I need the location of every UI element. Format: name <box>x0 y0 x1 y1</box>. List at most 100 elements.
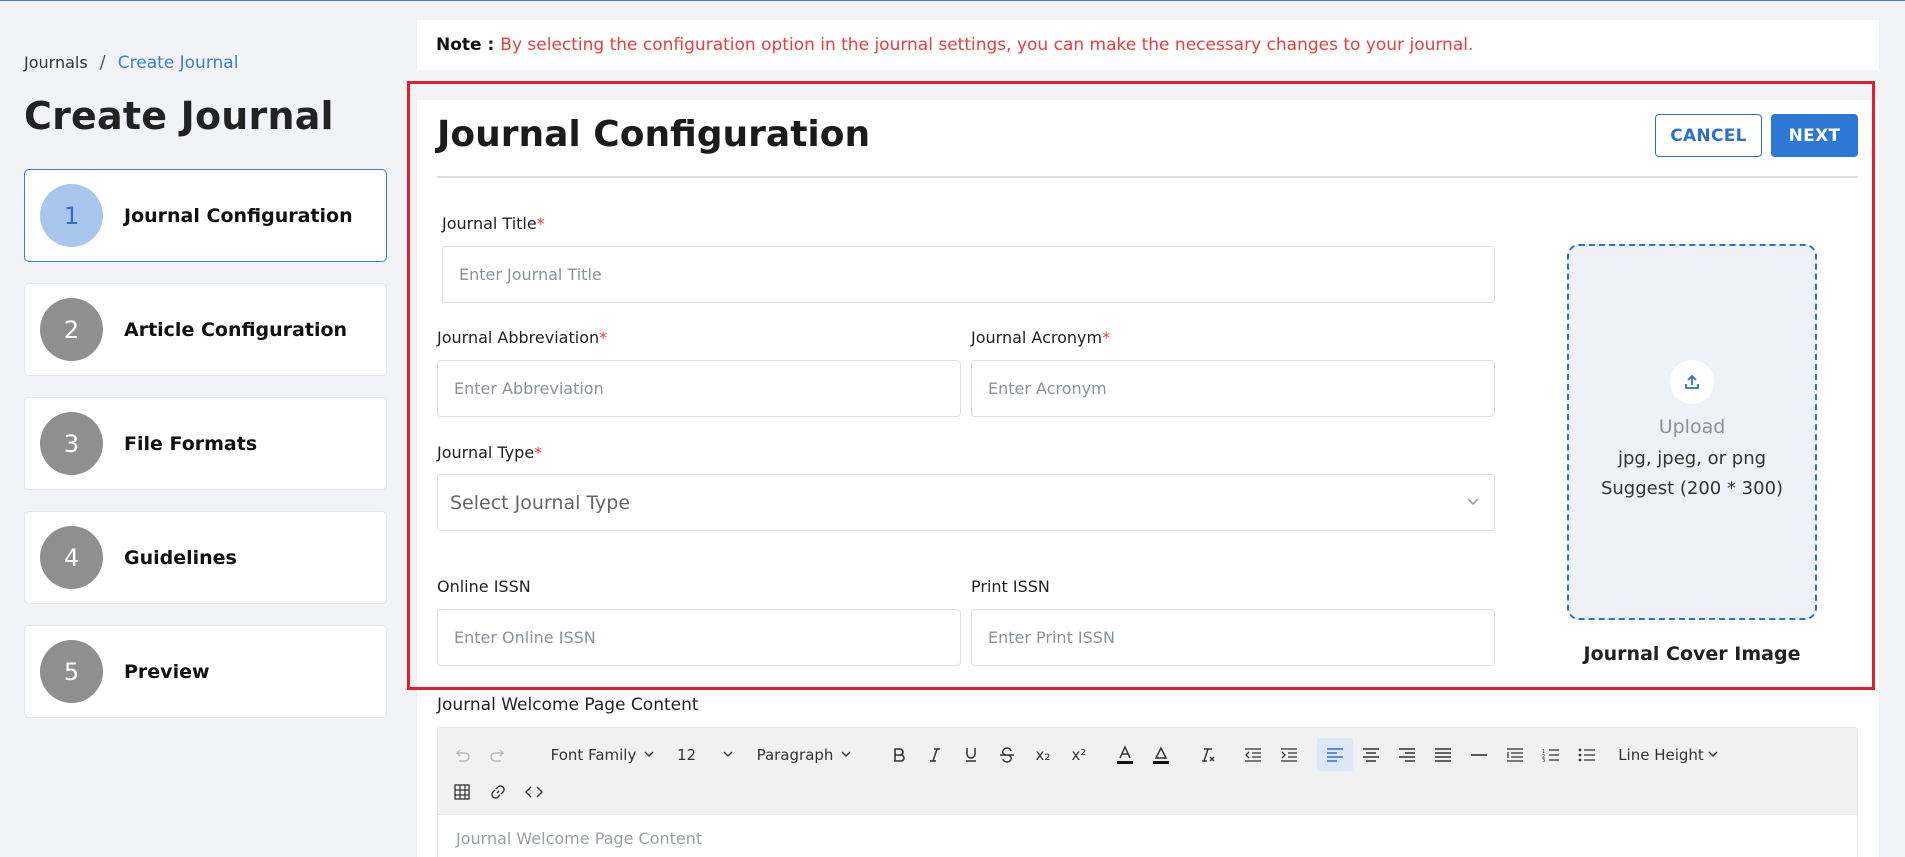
journal-title-input[interactable] <box>442 246 1495 303</box>
font-family-dropdown[interactable]: Font Family <box>540 738 665 771</box>
required-marker: * <box>1102 328 1111 347</box>
line-height-value: Line Height <box>1618 745 1704 764</box>
chevron-down-icon <box>841 751 851 758</box>
welcome-content-editor[interactable]: Journal Welcome Page Content <box>437 814 1858 857</box>
breadcrumb-journals-link[interactable]: Journals <box>24 53 88 72</box>
print-issn-label: Print ISSN <box>971 577 1050 596</box>
subscript-icon[interactable]: x₂ <box>1025 738 1061 771</box>
next-button[interactable]: NEXT <box>1771 114 1858 157</box>
numbered-list-icon[interactable]: 123 <box>1533 738 1569 771</box>
online-issn-input[interactable] <box>437 609 961 666</box>
indent-icon[interactable] <box>1271 738 1307 771</box>
title-divider <box>437 176 1858 178</box>
step-label: Article Configuration <box>124 318 348 341</box>
cover-image-upload[interactable]: Upload jpg, jpeg, or png Suggest (200 * … <box>1567 244 1817 620</box>
required-marker: * <box>599 328 608 347</box>
print-issn-input[interactable] <box>971 609 1495 666</box>
chevron-down-icon <box>1466 497 1479 509</box>
redo-icon[interactable] <box>480 738 516 771</box>
journal-type-select[interactable]: Select Journal Type <box>437 474 1495 531</box>
required-marker: * <box>536 214 545 233</box>
bold-icon[interactable] <box>881 738 917 771</box>
font-size-value: 12 <box>677 745 697 764</box>
editor-toolbar: Font Family 12 Paragraph x₂ x² 1 2 3 Lin… <box>437 727 1858 814</box>
block-format-dropdown[interactable]: Paragraph <box>749 738 859 771</box>
note-label: Note : <box>436 35 495 55</box>
journal-type-placeholder: Select Journal Type <box>450 491 631 514</box>
breadcrumb: Journals / Create Journal <box>24 52 238 73</box>
step-preview[interactable]: 5 Preview <box>24 625 387 718</box>
font-size-dropdown[interactable]: 12 <box>677 738 733 771</box>
step-file-formats[interactable]: 3 File Formats <box>24 397 387 490</box>
welcome-content-label: Journal Welcome Page Content <box>437 695 699 715</box>
step-label: Preview <box>124 660 210 683</box>
italic-icon[interactable] <box>917 738 953 771</box>
step-number: 1 <box>40 184 103 247</box>
page-title: Create Journal <box>24 94 334 138</box>
block-format-value: Paragraph <box>756 745 834 764</box>
strikethrough-icon[interactable] <box>989 738 1025 771</box>
underline-icon[interactable] <box>953 738 989 771</box>
cover-image-label: Journal Cover Image <box>1583 643 1801 665</box>
journal-title-label: Journal Title* <box>442 214 545 233</box>
step-label: Guidelines <box>124 546 237 569</box>
acronym-label: Journal Acronym* <box>971 328 1110 347</box>
align-right-icon[interactable] <box>1389 738 1425 771</box>
align-justify-icon[interactable] <box>1425 738 1461 771</box>
abbreviation-input[interactable] <box>437 360 961 417</box>
step-label: Journal Configuration <box>124 204 353 227</box>
toolbar-row-2 <box>444 773 552 810</box>
upload-suggest: Suggest (200 * 300) <box>1600 478 1784 499</box>
upload-formats: jpg, jpeg, or png <box>1617 448 1767 469</box>
step-article-configuration[interactable]: 2 Article Configuration <box>24 283 387 376</box>
step-journal-configuration[interactable]: 1 Journal Configuration <box>24 169 387 262</box>
editor-placeholder: Journal Welcome Page Content <box>456 829 703 848</box>
code-icon[interactable] <box>516 775 552 808</box>
step-number: 4 <box>40 526 103 589</box>
align-center-icon[interactable] <box>1353 738 1389 771</box>
step-number: 5 <box>40 640 103 703</box>
chevron-down-icon <box>723 751 733 758</box>
acronym-label-text: Journal Acronym <box>971 328 1103 347</box>
upload-icon <box>1670 360 1714 404</box>
clear-formatting-icon[interactable] <box>1189 738 1225 771</box>
note-banner: Note : By selecting the configuration op… <box>417 20 1879 70</box>
svg-text:3: 3 <box>1542 758 1545 762</box>
outdent-icon[interactable] <box>1235 738 1271 771</box>
superscript-icon[interactable]: x² <box>1061 738 1097 771</box>
cancel-button[interactable]: CANCEL <box>1655 114 1762 157</box>
step-guidelines[interactable]: 4 Guidelines <box>24 511 387 604</box>
step-label: File Formats <box>124 432 258 455</box>
journal-type-label-text: Journal Type <box>437 443 535 462</box>
top-border <box>0 0 1905 1</box>
upload-title: Upload <box>1658 416 1726 438</box>
align-left-icon[interactable] <box>1317 738 1353 771</box>
table-icon[interactable] <box>444 775 480 808</box>
link-icon[interactable] <box>480 775 516 808</box>
required-marker: * <box>534 443 543 462</box>
line-spacing-icon[interactable] <box>1497 738 1533 771</box>
line-height-dropdown[interactable]: Line Height <box>1613 738 1723 771</box>
toolbar-row-1: Font Family 12 Paragraph x₂ x² 1 2 3 Lin… <box>444 736 1723 773</box>
text-color-icon[interactable] <box>1107 738 1143 771</box>
chevron-down-icon <box>1708 751 1718 758</box>
bullet-list-icon[interactable] <box>1569 738 1605 771</box>
font-family-value: Font Family <box>550 745 637 764</box>
section-title: Journal Configuration <box>437 114 871 155</box>
step-number: 3 <box>40 412 103 475</box>
abbreviation-label-text: Journal Abbreviation <box>437 328 600 347</box>
abbreviation-label: Journal Abbreviation* <box>437 328 607 347</box>
horizontal-rule-icon[interactable] <box>1461 738 1497 771</box>
journal-type-label: Journal Type* <box>437 443 542 462</box>
breadcrumb-current[interactable]: Create Journal <box>118 53 239 73</box>
note-text: By selecting the configuration option in… <box>500 35 1474 55</box>
journal-title-label-text: Journal Title <box>442 214 537 233</box>
online-issn-label: Online ISSN <box>437 577 531 596</box>
step-list: 1 Journal Configuration 2 Article Config… <box>24 169 387 739</box>
acronym-input[interactable] <box>971 360 1495 417</box>
undo-icon[interactable] <box>444 738 480 771</box>
highlight-color-icon[interactable] <box>1143 738 1179 771</box>
step-number: 2 <box>40 298 103 361</box>
breadcrumb-separator: / <box>99 52 106 73</box>
chevron-down-icon <box>644 751 654 758</box>
